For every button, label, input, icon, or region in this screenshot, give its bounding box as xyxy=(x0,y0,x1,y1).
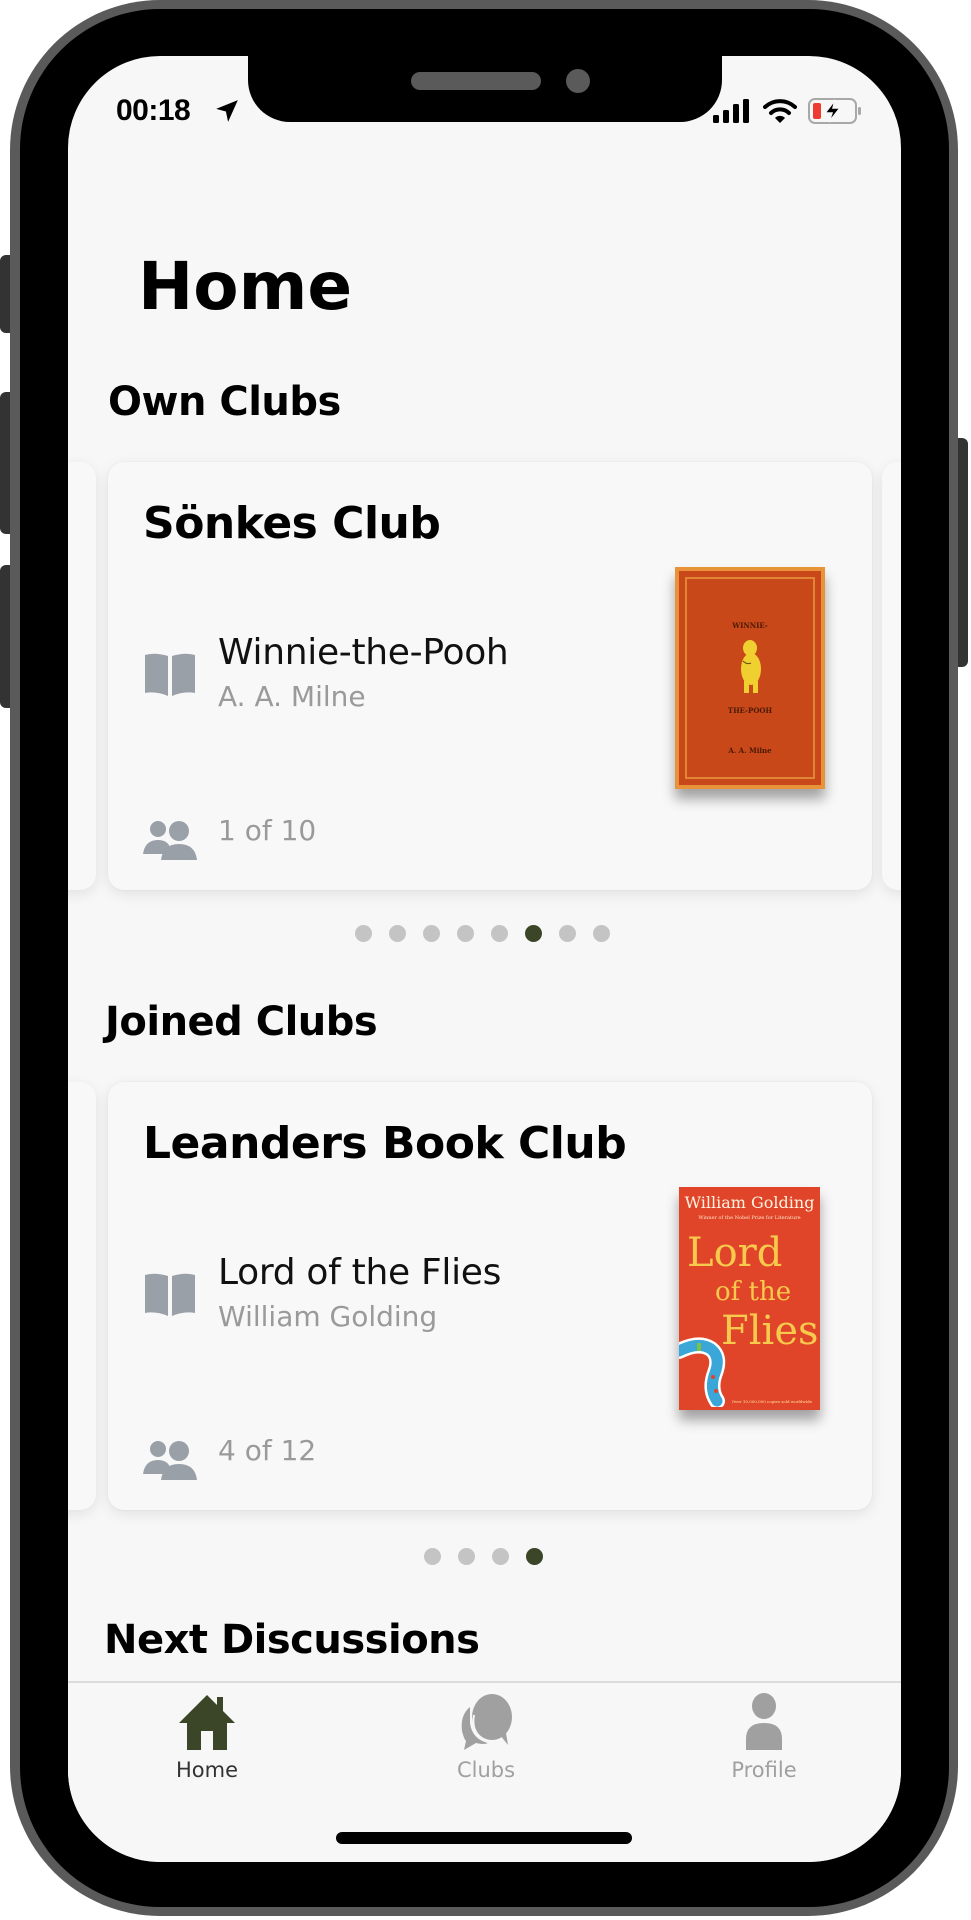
book-author: A. A. Milne xyxy=(218,680,366,713)
tab-home-label: Home xyxy=(175,1758,238,1782)
joined-club-card[interactable]: Leanders Book Club Lord of the Flies Wil… xyxy=(108,1082,872,1510)
pagination-dot[interactable] xyxy=(593,925,610,942)
next-club-card-peek[interactable] xyxy=(882,462,901,890)
app-screen: 00:18 Home Own Clubs Sönkes Club Winnie-… xyxy=(68,56,901,1862)
front-camera xyxy=(566,69,590,93)
home-icon xyxy=(179,1695,235,1750)
pagination-dot-active[interactable] xyxy=(525,925,542,942)
club-name: Sönkes Club xyxy=(143,498,441,549)
tab-clubs-label: Clubs xyxy=(456,1758,516,1782)
book-author: William Golding xyxy=(218,1300,438,1333)
book-cover-lord-of-the-flies: William Golding Winner of the Nobel Priz… xyxy=(679,1187,820,1410)
person-icon xyxy=(746,1693,782,1750)
book-title: Lord of the Flies xyxy=(218,1252,502,1293)
pagination-dot[interactable] xyxy=(423,925,440,942)
speaker-grille xyxy=(411,72,541,90)
cover-title-line1: Lord xyxy=(687,1230,783,1276)
cover-text-top: WINNIE- xyxy=(732,621,768,630)
pagination-dot[interactable] xyxy=(492,1548,509,1565)
cover-author: William Golding xyxy=(684,1193,815,1212)
cover-title-line2: of the xyxy=(715,1277,792,1307)
joined-clubs-heading: Joined Clubs xyxy=(105,999,378,1045)
cellular-signal-icon xyxy=(713,99,749,123)
book-icon xyxy=(145,1273,195,1316)
cover-title-line3: Flies xyxy=(721,1308,819,1354)
members-count: 1 of 10 xyxy=(218,814,317,847)
wifi-icon xyxy=(763,99,797,123)
book-icon xyxy=(145,653,195,696)
tab-profile-label: Profile xyxy=(731,1758,797,1782)
members-count: 4 of 12 xyxy=(218,1434,317,1467)
members-icon xyxy=(143,1441,197,1480)
battery-charging-icon xyxy=(808,98,861,124)
cover-footer: Over 10,000,000 copies sold worldwide xyxy=(731,1399,812,1404)
own-clubs-heading: Own Clubs xyxy=(108,379,341,425)
joined-clubs-pagination[interactable] xyxy=(424,1548,543,1565)
members-icon xyxy=(143,821,197,860)
pagination-dot-active[interactable] xyxy=(526,1548,543,1565)
chat-bubbles-icon xyxy=(461,1694,512,1750)
snake-illustration xyxy=(679,1337,726,1407)
tab-home[interactable]: Home xyxy=(117,1683,297,1803)
page-title: Home xyxy=(138,248,353,325)
pagination-dot[interactable] xyxy=(389,925,406,942)
cover-text-middle: THE-POOH xyxy=(727,706,773,715)
book-title: Winnie-the-Pooh xyxy=(218,632,509,673)
pagination-dot[interactable] xyxy=(559,925,576,942)
pagination-dot[interactable] xyxy=(355,925,372,942)
location-arrow-icon xyxy=(216,100,238,122)
tab-clubs[interactable]: Clubs xyxy=(396,1683,576,1803)
book-cover-winnie-the-pooh: WINNIE- THE-POOH A. A. Milne xyxy=(675,567,825,789)
pagination-dot[interactable] xyxy=(457,925,474,942)
pagination-dot[interactable] xyxy=(491,925,508,942)
pooh-bear-illustration xyxy=(741,640,761,693)
notch xyxy=(248,56,722,122)
cover-award: Winner of the Nobel Prize for Literature xyxy=(698,1215,801,1221)
own-club-card[interactable]: Sönkes Club Winnie-the-Pooh A. A. Milne … xyxy=(108,462,872,890)
cover-text-bottom: A. A. Milne xyxy=(728,746,772,755)
pagination-dot[interactable] xyxy=(458,1548,475,1565)
club-name: Leanders Book Club xyxy=(143,1118,627,1169)
own-clubs-pagination[interactable] xyxy=(355,925,610,942)
status-time: 00:18 xyxy=(116,94,191,127)
previous-joined-card-peek[interactable] xyxy=(68,1082,96,1510)
home-indicator[interactable] xyxy=(336,1832,632,1844)
previous-club-card-peek[interactable] xyxy=(68,462,96,890)
tab-profile[interactable]: Profile xyxy=(674,1683,854,1803)
pagination-dot[interactable] xyxy=(424,1548,441,1565)
next-discussions-heading: Next Discussions xyxy=(104,1617,480,1663)
